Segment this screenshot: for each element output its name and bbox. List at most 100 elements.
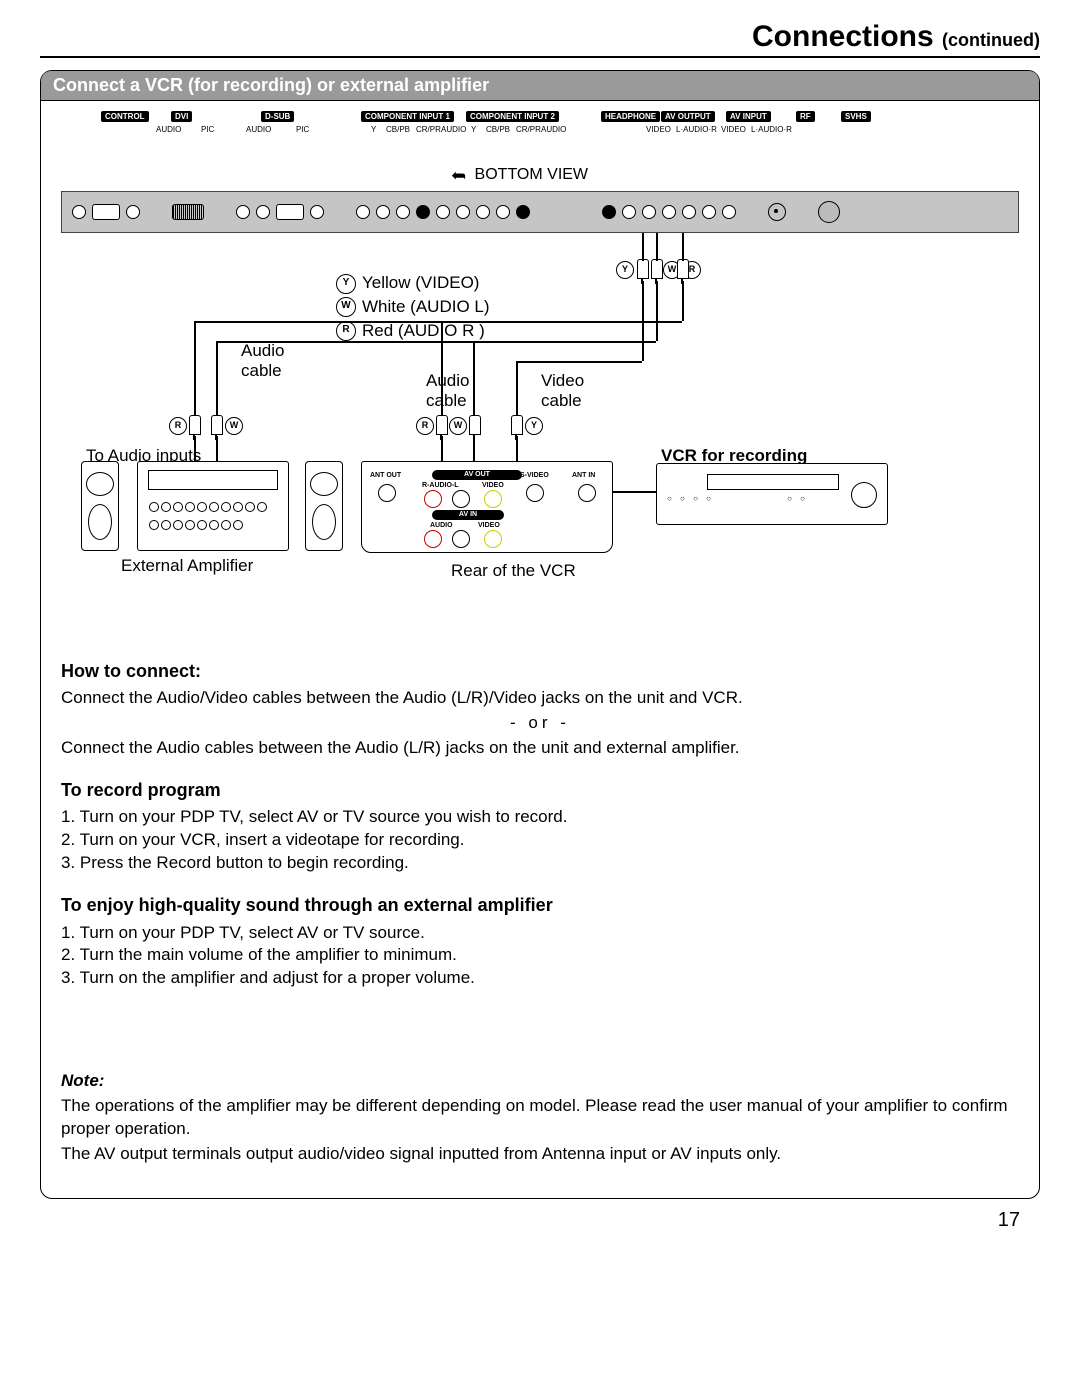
vcr-video2: VIDEO [478, 522, 500, 529]
bottom-view-text: BOTTOM VIEW [475, 166, 588, 183]
jack-icon [356, 205, 370, 219]
title-main: Connections [752, 20, 934, 53]
marker-r2: R [169, 415, 187, 435]
or-separator: - or - [61, 712, 1019, 735]
note-heading: Note: [61, 1070, 1019, 1093]
plug-icon [677, 259, 689, 279]
instructions: How to connect: Connect the Audio/Video … [41, 659, 1039, 1166]
plug-icon [651, 259, 663, 279]
rca-white-icon [452, 530, 470, 548]
wire-icon [194, 321, 682, 325]
rca-white-icon [452, 490, 470, 508]
vcr-front-icon: ○ ○ ○ ○ ○ ○ [656, 463, 888, 525]
legend-yellow: Yellow (VIDEO) [362, 273, 479, 292]
jack-icon [126, 205, 140, 219]
note-line-1: The operations of the amplifier may be d… [61, 1095, 1019, 1141]
mini-audio2: AUDIO [246, 125, 271, 134]
mini-audio: AUDIO [156, 125, 181, 134]
rf-jack-icon [768, 203, 786, 221]
amp-step: 2. Turn the main volume of the amplifier… [61, 944, 1019, 967]
marker-y: Y [616, 259, 634, 279]
label-comp2: COMPONENT INPUT 2 [466, 111, 559, 122]
plug-icon [211, 415, 223, 435]
plug-icon [436, 415, 448, 435]
page-title: Connections (continued) [40, 20, 1040, 54]
note-block: Note: The operations of the amplifier ma… [61, 1070, 1019, 1166]
plug-icon [189, 415, 201, 435]
wire-icon [642, 233, 644, 261]
speaker-right-icon [305, 461, 343, 551]
marker-r3: R [416, 415, 434, 435]
wire-icon [441, 321, 443, 416]
rear-panel-bar [61, 191, 1019, 233]
mini-cb2: CB/PB [486, 125, 510, 134]
vcr-s-video: S-VIDEO [520, 472, 549, 479]
mini-pic: PIC [201, 125, 214, 134]
plug-icon [637, 259, 649, 279]
wire-icon [656, 233, 658, 261]
label-audio-cable-left: Audio cable [241, 341, 284, 381]
record-step: 3. Press the Record button to begin reco… [61, 852, 1019, 875]
how-to-connect-heading: How to connect: [61, 659, 1019, 683]
label-dsub: D-SUB [261, 111, 294, 122]
record-step: 1. Turn on your PDP TV, select AV or TV … [61, 806, 1019, 829]
note-line-2: The AV output terminals output audio/vid… [61, 1143, 1019, 1166]
content-box: Connect a VCR (for recording) or externa… [40, 70, 1040, 1199]
jack-icon [436, 205, 450, 219]
rca-red-icon [424, 530, 442, 548]
jack-icon [682, 205, 696, 219]
wire-icon [611, 491, 656, 495]
record-heading: To record program [61, 778, 1019, 802]
label-av-output: AV OUTPUT [661, 111, 715, 122]
wire-icon [194, 321, 196, 416]
label-control: CONTROL [101, 111, 149, 122]
wire-icon [216, 436, 218, 461]
label-rf: RF [796, 111, 815, 122]
marker-y3: Y [525, 415, 543, 435]
svhs-jack-icon [818, 201, 840, 223]
mini-video1: VIDEO [646, 125, 671, 134]
connection-diagram: CONTROL DVI D-SUB COMPONENT INPUT 1 COMP… [51, 101, 1029, 641]
external-amplifier-icon [81, 461, 341, 551]
mini-cr1: CR/PR [416, 125, 441, 134]
how-line-1: Connect the Audio/Video cables between t… [61, 687, 1019, 710]
label-headphone: HEADPHONE [601, 111, 660, 122]
vcr-audio: AUDIO [430, 522, 453, 529]
plug-icon [511, 415, 523, 435]
bottom-view-label: ➥ BOTTOM VIEW [451, 163, 588, 184]
mini-aud2: AUDIO [541, 125, 566, 134]
record-step: 2. Turn on your VCR, insert a videotape … [61, 829, 1019, 852]
wire-icon [194, 436, 196, 461]
mini-lar2: L·AUDIO·R [751, 125, 792, 134]
label-rear-of-vcr: Rear of the VCR [451, 561, 576, 581]
label-video-cable: Video cable [541, 371, 584, 411]
wire-icon [216, 341, 218, 416]
jack-icon [256, 205, 270, 219]
jack-icon [456, 205, 470, 219]
mini-cr2: CR/PR [516, 125, 541, 134]
dsub-port-icon [276, 204, 304, 220]
title-rule [40, 56, 1040, 58]
jack-icon [376, 205, 390, 219]
wire-icon [516, 361, 518, 416]
speaker-left-icon [81, 461, 119, 551]
title-sub: (continued) [942, 30, 1040, 50]
vcr-ant-out: ANT OUT [370, 472, 401, 479]
mini-cb1: CB/PB [386, 125, 410, 134]
jack-icon [476, 205, 490, 219]
section-header: Connect a VCR (for recording) or externa… [41, 71, 1039, 101]
jack-icon [622, 205, 636, 219]
marker-w2: W [225, 415, 243, 435]
legend-white: White (AUDIO L) [362, 297, 490, 316]
amp-body-icon [137, 461, 289, 551]
mini-lar1: L·AUDIO·R [676, 125, 717, 134]
vcr-ant-in: ANT IN [572, 472, 595, 479]
jack-icon [722, 205, 736, 219]
amp-step: 1. Turn on your PDP TV, select AV or TV … [61, 922, 1019, 945]
label-dvi: DVI [171, 111, 192, 122]
cable-color-legend: YYellow (VIDEO) WWhite (AUDIO L) RRed (A… [336, 271, 490, 342]
jack-icon [602, 205, 616, 219]
arrow-down-icon: ➥ [451, 165, 466, 186]
vcr-video: VIDEO [482, 482, 504, 489]
amp-heading: To enjoy high-quality sound through an e… [61, 893, 1019, 917]
